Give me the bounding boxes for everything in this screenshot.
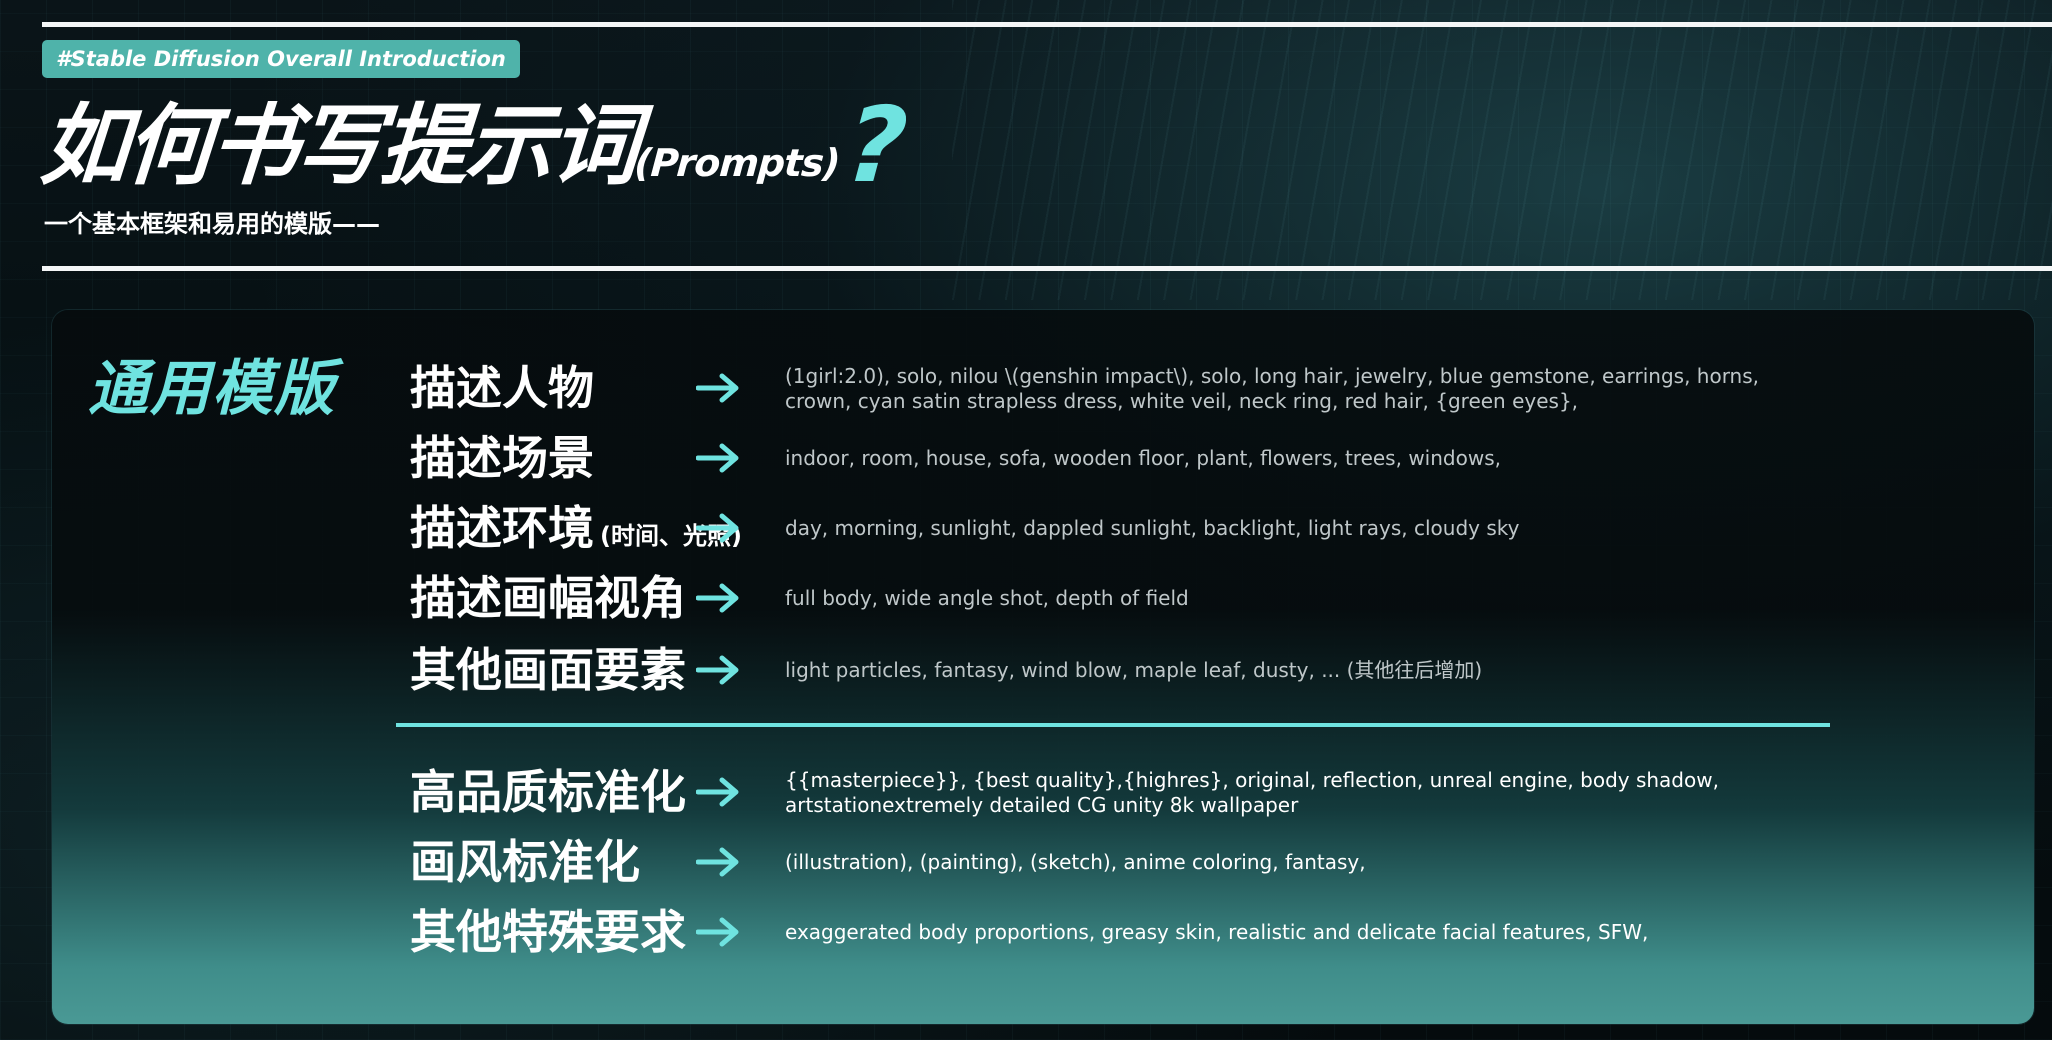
page-subtitle: 一个基本框架和易用的模版—— bbox=[44, 210, 380, 238]
arrow-right-icon bbox=[696, 583, 739, 613]
row-value: full body, wide angle shot, depth of fie… bbox=[785, 586, 1189, 610]
header-rule bbox=[42, 266, 2052, 271]
row-label-text: 描述环境 bbox=[410, 501, 594, 555]
section-tag: #Stable Diffusion Overall Introduction bbox=[42, 40, 520, 78]
row-label: 其他画面要素 bbox=[410, 643, 686, 697]
title-paren: (Prompts) bbox=[633, 141, 841, 185]
arrow-right-icon bbox=[696, 917, 739, 947]
page-title: 如何书写提示词(Prompts)? bbox=[36, 84, 911, 218]
arrow-right-icon bbox=[696, 373, 739, 403]
arrow-right-icon bbox=[696, 777, 739, 807]
row-label: 画风标准化 bbox=[410, 835, 640, 889]
row-value: {{masterpiece}}, {best quality},{highres… bbox=[785, 768, 1719, 817]
template-label: 通用模版 bbox=[88, 354, 336, 424]
arrow-right-icon bbox=[696, 513, 739, 543]
row-value: indoor, room, house, sofa, wooden floor,… bbox=[785, 446, 1501, 470]
row-value: day, morning, sunlight, dappled sunlight… bbox=[785, 516, 1520, 540]
row-label: 其他特殊要求 bbox=[410, 905, 686, 959]
arrow-right-icon bbox=[696, 443, 739, 473]
question-mark: ? bbox=[842, 84, 912, 206]
row-label: 描述场景 bbox=[410, 431, 594, 485]
row-value: (illustration), (painting), (sketch), an… bbox=[785, 850, 1366, 874]
row-label: 描述人物 bbox=[410, 361, 594, 415]
row-label: 描述环境 (时间、光照) bbox=[410, 496, 742, 560]
background-streaks bbox=[952, 0, 2052, 300]
row-label: 描述画幅视角 bbox=[410, 571, 686, 625]
arrow-right-icon bbox=[696, 655, 739, 685]
section-divider bbox=[396, 723, 1830, 727]
title-main: 如何书写提示词 bbox=[37, 94, 640, 197]
row-value: light particles, fantasy, wind blow, map… bbox=[785, 658, 1483, 682]
row-value: exaggerated body proportions, greasy ski… bbox=[785, 920, 1649, 944]
top-rule bbox=[42, 22, 2052, 27]
arrow-right-icon bbox=[696, 847, 739, 877]
row-value: (1girl:2.0), solo, nilou \(genshin impac… bbox=[785, 364, 1760, 413]
row-label: 高品质标准化 bbox=[410, 765, 686, 819]
